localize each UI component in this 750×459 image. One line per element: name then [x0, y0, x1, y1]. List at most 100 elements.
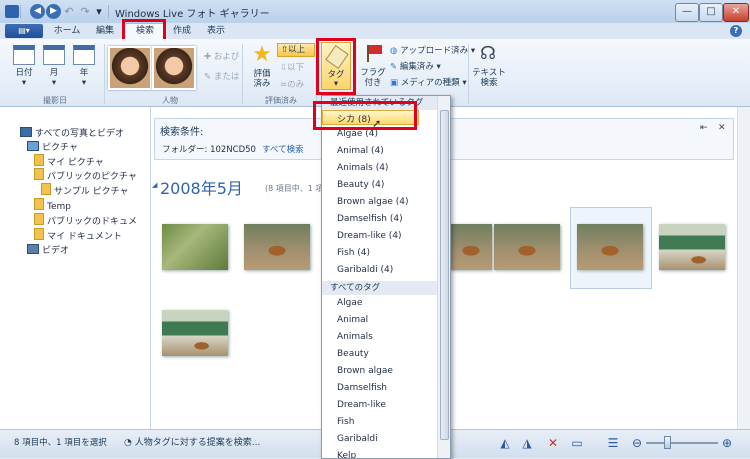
- rated-button[interactable]: 評価 済み: [246, 69, 278, 89]
- search-all-link[interactable]: すべて検索: [262, 143, 304, 155]
- pin-icon[interactable]: ⇤: [700, 123, 708, 133]
- tab-edit[interactable]: 編集: [90, 24, 120, 39]
- rotate-right-icon[interactable]: ◮: [520, 436, 534, 450]
- maximize-button[interactable]: □: [699, 3, 723, 22]
- uploaded-button[interactable]: ◍ アップロード済み ▾: [390, 44, 475, 56]
- recent-tag-item[interactable]: Brown algae (4): [337, 197, 409, 207]
- photo-thumbnail-selected[interactable]: [577, 224, 643, 270]
- nav-item-pictures[interactable]: ピクチャ: [27, 140, 78, 153]
- photo-thumbnail[interactable]: [162, 224, 228, 270]
- tag-item[interactable]: Brown algae: [337, 366, 393, 376]
- edited-button[interactable]: ✎ 編集済み ▾: [390, 60, 441, 72]
- nav-item-public-pictures[interactable]: パブリックのピクチャ: [34, 168, 137, 182]
- gallery-scrollbar[interactable]: [737, 107, 750, 429]
- quick-access-menu-icon[interactable]: ▾: [92, 4, 106, 19]
- zoom-out-icon[interactable]: ⊖: [630, 436, 644, 450]
- zoom-in-icon[interactable]: ⊕: [720, 436, 734, 450]
- tag-item[interactable]: Algae: [337, 298, 362, 308]
- tag-item[interactable]: Animal: [337, 315, 368, 325]
- tag-item[interactable]: Damselfish: [337, 383, 387, 393]
- rotate-left-icon[interactable]: ◭: [498, 436, 512, 450]
- ribbon-separator: [468, 44, 469, 104]
- pen-icon: ✎: [204, 72, 212, 82]
- folder-icon: [34, 198, 44, 210]
- close-search-icon[interactable]: ✕: [718, 123, 726, 133]
- month-button[interactable]: 月 ▾: [40, 68, 68, 88]
- only-button[interactable]: =のみ: [280, 78, 304, 90]
- suggest-people-link[interactable]: ◔ 人物タグに対する提案を検索...: [124, 435, 260, 448]
- people-group-label: 人物: [162, 96, 178, 105]
- zoom-slider-thumb[interactable]: [664, 436, 671, 449]
- ribbon-separator: [242, 44, 243, 104]
- nav-item-public-documents[interactable]: パブリックのドキュメ: [34, 213, 137, 227]
- calendar-day-icon[interactable]: [13, 45, 35, 65]
- dropdown-scrollbar[interactable]: [437, 96, 450, 458]
- nav-item-videos[interactable]: ビデオ: [27, 243, 69, 256]
- tag-dropdown-menu: 最近使用されているタグ シカ (8) Algae (4) Animal (4) …: [321, 95, 451, 459]
- year-button[interactable]: 年 ▾: [70, 68, 98, 88]
- date-heading: 2008年5月: [160, 179, 243, 198]
- media-icon: ▣: [390, 78, 399, 88]
- item-count: (8 項目中、1 項: [265, 184, 324, 193]
- calendar-year-icon[interactable]: [73, 45, 95, 65]
- flag-icon[interactable]: [364, 43, 384, 63]
- flagged-button[interactable]: フラグ 付き: [358, 68, 388, 88]
- recent-tag-item[interactable]: Animals (4): [337, 163, 388, 173]
- undo-icon[interactable]: ↶: [62, 4, 76, 19]
- day-button[interactable]: 日付 ▾: [10, 68, 38, 88]
- and-button[interactable]: ✚ および: [204, 50, 239, 62]
- app-menu-button[interactable]: ▤▾: [5, 24, 43, 38]
- nav-item-sample-pictures[interactable]: サンプル ピクチャ: [41, 183, 129, 197]
- recent-tag-item[interactable]: Dream-like (4): [337, 231, 402, 241]
- plus-icon: ✚: [204, 52, 212, 62]
- delete-icon[interactable]: ✕: [546, 436, 560, 450]
- nav-item-my-documents[interactable]: マイ ドキュメント: [34, 228, 122, 242]
- forward-icon[interactable]: ▶: [46, 4, 61, 19]
- star-icon[interactable]: ★: [250, 43, 274, 67]
- zoom-slider-track[interactable]: [646, 442, 718, 444]
- tab-home[interactable]: ホーム: [50, 24, 84, 39]
- tag-item[interactable]: Fish: [337, 417, 354, 427]
- slideshow-icon[interactable]: ▭: [570, 436, 584, 450]
- media-type-button[interactable]: ▣ メディアの種類 ▾: [390, 76, 467, 88]
- at-least-button[interactable]: ⇧以上: [277, 43, 315, 57]
- nav-item-my-pictures[interactable]: マイ ピクチャ: [34, 154, 104, 168]
- pictures-icon: [27, 141, 39, 151]
- nav-item-temp[interactable]: Temp: [34, 198, 71, 212]
- back-icon[interactable]: ◀: [30, 4, 45, 19]
- folder-icon: [41, 183, 51, 195]
- tag-item[interactable]: Kelp: [337, 451, 356, 458]
- redo-icon[interactable]: ↷: [78, 4, 92, 19]
- recent-tag-item[interactable]: Damselfish (4): [337, 214, 403, 224]
- photo-thumbnail[interactable]: [244, 224, 310, 270]
- help-icon[interactable]: ?: [730, 25, 742, 37]
- at-most-button[interactable]: ⇩以下: [280, 61, 304, 73]
- calendar-month-icon[interactable]: [43, 45, 65, 65]
- tag-item[interactable]: Garibaldi: [337, 434, 378, 444]
- binoculars-icon[interactable]: ☊: [478, 44, 498, 64]
- tag-item[interactable]: Dream-like: [337, 400, 386, 410]
- person-thumbnail-1[interactable]: [108, 46, 152, 90]
- dropdown-scroll-thumb[interactable]: [440, 110, 449, 440]
- details-view-icon[interactable]: ☰: [606, 436, 620, 450]
- recent-tag-item[interactable]: Algae (4): [337, 129, 378, 139]
- close-button[interactable]: ✕: [723, 3, 749, 22]
- nav-item-all-photos[interactable]: すべての写真とビデオ: [20, 126, 124, 139]
- recent-tag-item[interactable]: Beauty (4): [337, 180, 384, 190]
- photo-thumbnail[interactable]: [659, 224, 725, 270]
- minimize-button[interactable]: —: [675, 3, 699, 22]
- recent-tag-item[interactable]: Fish (4): [337, 248, 370, 258]
- photo-thumbnail[interactable]: [450, 224, 492, 270]
- recent-tag-item[interactable]: Garibaldi (4): [337, 265, 393, 275]
- photo-thumbnail[interactable]: [494, 224, 560, 270]
- photo-thumbnail[interactable]: [162, 310, 228, 356]
- collapse-icon[interactable]: ◢: [152, 181, 157, 189]
- tag-item[interactable]: Animals: [337, 332, 373, 342]
- tab-view[interactable]: 表示: [202, 24, 230, 39]
- tag-item[interactable]: Beauty: [337, 349, 369, 359]
- recent-tag-item[interactable]: Animal (4): [337, 146, 384, 156]
- person-thumbnail-2[interactable]: [152, 46, 196, 90]
- tab-create[interactable]: 作成: [168, 24, 196, 39]
- text-search-button[interactable]: テキスト 検索: [472, 68, 506, 88]
- or-button[interactable]: ✎ または: [204, 70, 239, 82]
